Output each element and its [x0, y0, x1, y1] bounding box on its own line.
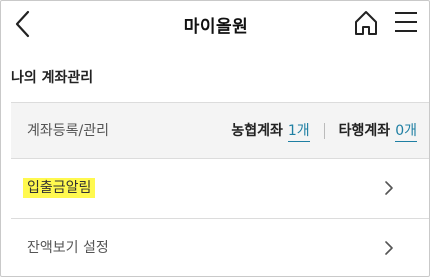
chevron-right-icon — [385, 241, 393, 255]
nh-account-label: 농협계좌 — [231, 123, 283, 139]
account-management-row: 계좌등록/관리 농협계좌 1개 타행계좌 0개 — [11, 102, 429, 158]
other-bank-account-label: 타행계좌 — [338, 123, 391, 139]
account-settings-list: 계좌등록/관리 농협계좌 1개 타행계좌 0개 입출금알림 잔액보기 설정 — [11, 102, 429, 276]
highlighted-text: 입출금알림 — [23, 178, 96, 198]
nh-account-count: 농협계좌 1개 — [231, 120, 310, 142]
count-divider — [323, 123, 325, 139]
chevron-right-icon — [385, 181, 393, 195]
home-button[interactable] — [353, 9, 379, 37]
other-bank-account-count: 타행계좌 0개 — [339, 120, 417, 142]
nh-account-count-link[interactable]: 1개 — [287, 120, 310, 142]
account-counts: 농협계좌 1개 타행계좌 0개 — [231, 120, 417, 142]
menu-button[interactable] — [393, 9, 419, 35]
balance-view-settings-row[interactable]: 잔액보기 설정 — [11, 218, 429, 276]
deposit-withdrawal-alert-row[interactable]: 입출금알림 — [11, 158, 429, 218]
app-header: 마이올원 — [1, 1, 429, 51]
section-title: 나의 계좌관리 — [11, 70, 94, 86]
deposit-withdrawal-alert-label: 입출금알림 — [23, 177, 96, 198]
other-bank-account-count-link[interactable]: 0개 — [395, 120, 417, 142]
screen-frame: 마이올원 나의 계좌관리 계좌등록/관리 농협계좌 1개 타행계좌 0개 입출금… — [0, 0, 430, 277]
hamburger-menu-icon — [395, 12, 417, 32]
account-management-label: 계좌등록/관리 — [27, 123, 109, 139]
balance-view-settings-label: 잔액보기 설정 — [27, 240, 109, 256]
home-icon — [355, 11, 377, 35]
